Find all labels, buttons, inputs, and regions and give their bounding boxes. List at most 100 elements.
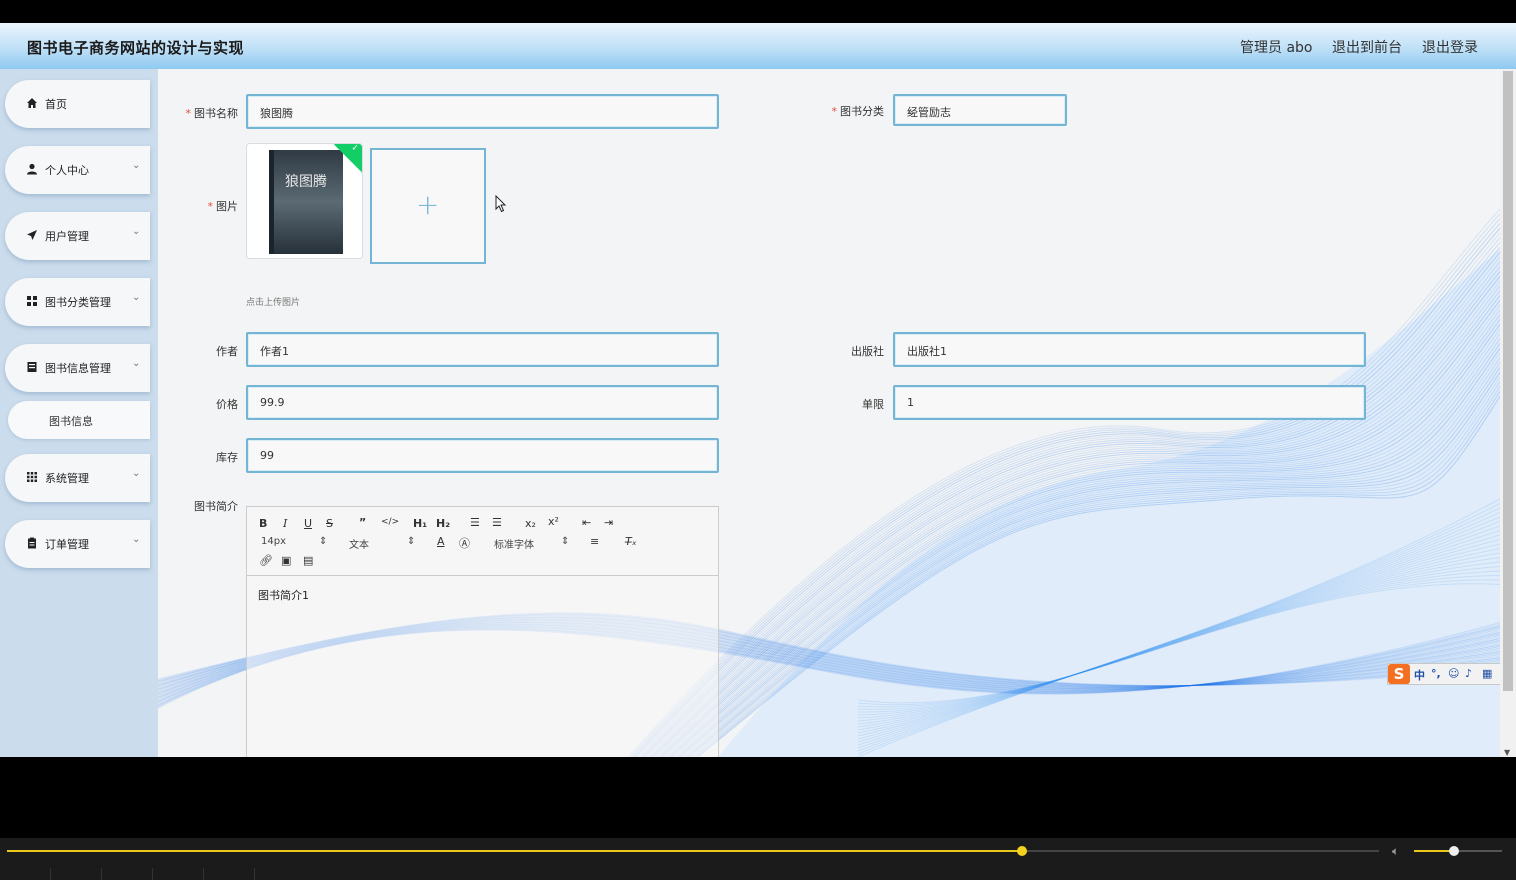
chevron-updown-icon: ⇕ bbox=[319, 536, 328, 547]
book-cover-thumbnail[interactable]: 狼图腾 ✓ bbox=[246, 143, 363, 259]
block-format-select[interactable]: 文本 bbox=[349, 536, 369, 551]
scroll-down-icon[interactable]: ▼ bbox=[1504, 748, 1510, 757]
control-divider bbox=[152, 868, 153, 880]
book-name-input[interactable]: 狼图腾 bbox=[246, 94, 719, 129]
limit-label: 单限 bbox=[862, 398, 884, 411]
sidebar-item-label: 用户管理 bbox=[45, 230, 89, 243]
chevron-down-icon: ⌄ bbox=[132, 160, 141, 171]
send-icon bbox=[26, 229, 38, 241]
sidebar-item-book-info[interactable]: 图书信息管理 ⌄ bbox=[5, 344, 150, 392]
sidebar-item-home[interactable]: 首页 bbox=[5, 80, 150, 128]
font-color-icon[interactable]: A bbox=[437, 535, 445, 548]
chevron-down-icon: ⌄ bbox=[132, 226, 141, 237]
subscript-icon[interactable]: x₂ bbox=[525, 517, 536, 530]
ime-toolbar[interactable]: S 中 °, ☺ ♪ ▦ ✋︎ ▲ ▪ bbox=[1387, 663, 1500, 685]
volume-slider[interactable] bbox=[1414, 846, 1502, 856]
editor-toolbar: B I U S ” </> H₁ H₂ ☰ ☰ x₂ x² ⇤ ⇥ 14px ⇕… bbox=[247, 507, 718, 576]
indent-icon[interactable]: ⇥ bbox=[604, 516, 613, 529]
control-divider bbox=[101, 868, 102, 880]
header2-icon[interactable]: H₂ bbox=[436, 517, 450, 530]
seek-knob[interactable] bbox=[1017, 846, 1028, 856]
sidebar-item-orders[interactable]: 订单管理 ⌄ bbox=[5, 520, 150, 568]
image-icon[interactable]: ▣ bbox=[281, 554, 291, 567]
microphone-icon[interactable]: ♪ bbox=[1465, 667, 1472, 680]
back-to-front-link[interactable]: 退出到前台 bbox=[1332, 37, 1402, 57]
chevron-down-icon: ⌄ bbox=[132, 468, 141, 479]
sidebar-item-label: 首页 bbox=[45, 98, 67, 111]
bullet-list-icon[interactable]: ☰ bbox=[492, 516, 502, 529]
strike-icon[interactable]: S bbox=[326, 517, 333, 530]
emoji-icon[interactable]: ☺ bbox=[1448, 667, 1459, 680]
outdent-icon[interactable]: ⇤ bbox=[582, 516, 591, 529]
background-color-icon[interactable]: Ⓐ bbox=[459, 535, 470, 551]
publisher-input[interactable]: 出版社1 bbox=[893, 332, 1366, 367]
bold-icon[interactable]: B bbox=[259, 517, 267, 530]
apps-icon bbox=[26, 471, 38, 483]
book-category-label: * 图书分类 bbox=[831, 105, 885, 118]
seek-bar-fill bbox=[7, 850, 1023, 852]
superscript-icon[interactable]: x² bbox=[548, 515, 559, 528]
font-family-select[interactable]: 标准字体 bbox=[494, 536, 534, 551]
stock-input[interactable]: 99 bbox=[246, 438, 719, 473]
app-screen: 图书电子商务网站的设计与实现 管理员 abo 退出到前台 退出登录 首页 个人中… bbox=[0, 23, 1516, 757]
top-header: 图书电子商务网站的设计与实现 管理员 abo 退出到前台 退出登录 bbox=[0, 23, 1516, 69]
limit-input[interactable]: 1 bbox=[893, 385, 1366, 420]
sidebar-item-book-category[interactable]: 图书分类管理 ⌄ bbox=[5, 278, 150, 326]
check-icon: ✓ bbox=[351, 143, 359, 154]
vertical-scrollbar[interactable]: ▼ bbox=[1500, 69, 1516, 757]
sidebar-item-label: 订单管理 bbox=[45, 538, 89, 551]
price-input[interactable]: 99.9 bbox=[246, 385, 719, 420]
volume-fill bbox=[1414, 850, 1454, 852]
control-divider bbox=[50, 868, 51, 880]
scrollbar-thumb[interactable] bbox=[1503, 71, 1513, 691]
italic-icon[interactable]: I bbox=[283, 517, 287, 530]
book-icon bbox=[26, 361, 38, 373]
clear-format-icon[interactable]: T̶ₓ bbox=[625, 535, 637, 548]
grid-icon bbox=[26, 295, 38, 307]
home-icon bbox=[26, 97, 38, 109]
link-icon[interactable]: 🔗︎ bbox=[259, 554, 273, 567]
sidebar-item-profile[interactable]: 个人中心 ⌄ bbox=[5, 146, 150, 194]
volume-knob[interactable] bbox=[1448, 846, 1459, 856]
sogou-logo-icon: S bbox=[1388, 664, 1410, 684]
control-divider bbox=[203, 868, 204, 880]
volume-icon[interactable]: 🔈︎ bbox=[1392, 844, 1399, 859]
clipboard-icon bbox=[26, 537, 38, 549]
sidebar-subitem-book-info[interactable]: 图书信息 bbox=[8, 401, 150, 439]
plus-icon: + bbox=[416, 188, 440, 221]
code-block-icon[interactable]: </> bbox=[381, 517, 399, 527]
chevron-updown-icon: ⇕ bbox=[407, 536, 416, 547]
mouse-cursor-icon bbox=[495, 195, 507, 213]
video-icon[interactable]: ▤ bbox=[303, 554, 313, 567]
chevron-down-icon: ⌄ bbox=[907, 105, 917, 118]
publisher-label: 出版社 bbox=[851, 345, 884, 358]
header1-icon[interactable]: H₁ bbox=[413, 517, 427, 530]
author-label: 作者 bbox=[216, 345, 238, 358]
price-label: 价格 bbox=[216, 398, 238, 411]
font-size-select[interactable]: 14px bbox=[261, 536, 286, 547]
editor-content[interactable]: 图书简介1 bbox=[258, 587, 309, 603]
sidebar-item-users[interactable]: 用户管理 ⌄ bbox=[5, 212, 150, 260]
logout-link[interactable]: 退出登录 bbox=[1422, 37, 1478, 57]
author-input[interactable]: 作者1 bbox=[246, 332, 719, 367]
seek-bar[interactable] bbox=[7, 846, 1379, 856]
image-upload-button[interactable]: + bbox=[370, 148, 486, 264]
ordered-list-icon[interactable]: ☰ bbox=[470, 516, 480, 529]
sidebar-item-system[interactable]: 系统管理 ⌄ bbox=[5, 454, 150, 502]
chinese-mode-icon[interactable]: 中 bbox=[1414, 667, 1425, 683]
upload-tip: 点击上传图片 bbox=[246, 298, 301, 308]
sidebar-item-label: 图书信息管理 bbox=[45, 362, 111, 375]
keyboard-icon[interactable]: ▦ bbox=[1482, 667, 1492, 680]
main-content: * 图书名称 狼图腾 * 图书分类 经管励志 ⌄ * 图片 狼图腾 ✓ + 点击上传图… bbox=[158, 69, 1500, 757]
blockquote-icon[interactable]: ” bbox=[359, 516, 366, 529]
align-icon[interactable]: ≡ bbox=[590, 535, 599, 548]
rich-text-editor[interactable]: B I U S ” </> H₁ H₂ ☰ ☰ x₂ x² ⇤ ⇥ 14px ⇕… bbox=[246, 506, 719, 757]
underline-icon[interactable]: U bbox=[304, 517, 312, 530]
intro-label: 图书简介 bbox=[194, 500, 238, 513]
sidebar-item-label: 图书分类管理 bbox=[45, 296, 111, 309]
book-category-select[interactable]: 经管励志 ⌄ bbox=[893, 94, 1067, 126]
punctuation-icon[interactable]: °, bbox=[1431, 667, 1441, 680]
chevron-updown-icon: ⇕ bbox=[561, 536, 570, 547]
sidebar-item-label: 个人中心 bbox=[45, 164, 89, 177]
chevron-down-icon: ⌄ bbox=[132, 292, 141, 303]
